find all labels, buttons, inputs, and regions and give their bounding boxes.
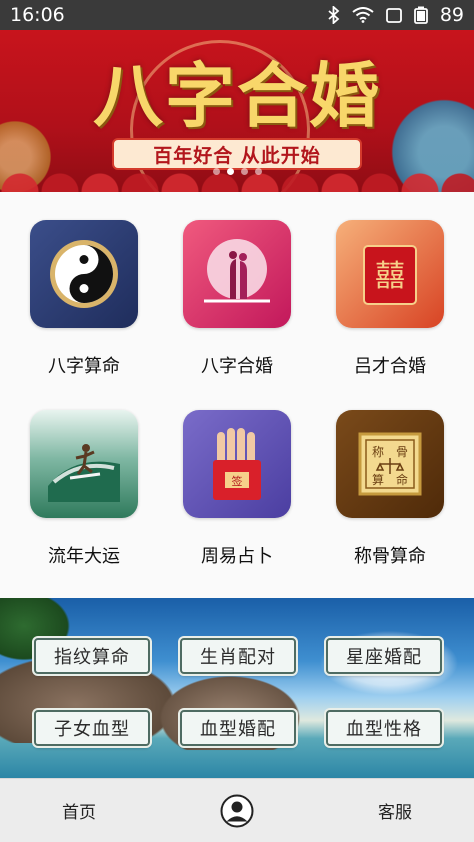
feature-tile-chenggu-suanming[interactable]: 称骨算命 称骨算命 xyxy=(314,382,466,572)
carousel-dot-active[interactable] xyxy=(226,168,234,175)
feature-tile-bazi-hehun[interactable]: 八字合婚 xyxy=(161,192,313,382)
feature-label: 八字算命 xyxy=(48,356,120,377)
carousel-indicator xyxy=(0,168,474,175)
quick-link-xingzuo-hunpei[interactable]: 星座婚配 xyxy=(326,638,442,674)
svg-text:称: 称 xyxy=(372,445,384,459)
status-time: 16:06 xyxy=(10,4,65,26)
feature-tile-zhouyi-zhanbu[interactable]: 签 周易占卜 xyxy=(161,382,313,572)
status-icons: 89 xyxy=(328,4,464,26)
couple-moon-icon xyxy=(183,220,291,328)
hand-envelope-icon: 签 xyxy=(183,410,291,518)
banner-subtitle: 百年好合 从此开始 xyxy=(112,138,362,170)
battery-icon xyxy=(413,6,428,24)
feature-tile-lvcai-hehun[interactable]: 囍 吕才合婚 xyxy=(314,192,466,382)
double-happiness-icon: 囍 xyxy=(336,220,444,328)
quick-link-shengxiao-peidui[interactable]: 生肖配对 xyxy=(180,638,296,674)
user-avatar-icon xyxy=(220,794,254,827)
svg-text:骨: 骨 xyxy=(396,445,408,459)
surfer-icon xyxy=(30,410,138,518)
svg-text:囍: 囍 xyxy=(375,259,405,294)
tablet-icon xyxy=(385,7,402,23)
banner-title: 八字合婚 xyxy=(93,54,381,137)
quick-link-zhiwen-suanming[interactable]: 指纹算命 xyxy=(34,638,150,674)
feature-tile-liunian-dayun[interactable]: 流年大运 xyxy=(8,382,160,572)
carousel-dot[interactable] xyxy=(254,168,262,175)
status-bar: 16:06 89 xyxy=(0,0,474,30)
quick-link-xuexing-hunpei[interactable]: 血型婚配 xyxy=(180,710,296,746)
quick-link-xuexing-xingge[interactable]: 血型性格 xyxy=(326,710,442,746)
wifi-icon xyxy=(352,7,374,23)
feature-label: 八字合婚 xyxy=(201,356,273,377)
quick-link-zinv-xuexing[interactable]: 子女血型 xyxy=(34,710,150,746)
scale-seal-icon: 称骨算命 xyxy=(336,410,444,518)
svg-text:命: 命 xyxy=(396,472,408,487)
bottom-nav: 首页 客服 xyxy=(0,778,474,842)
svg-text:算: 算 xyxy=(372,472,384,487)
bluetooth-icon xyxy=(328,6,340,24)
carousel-dot[interactable] xyxy=(212,168,220,175)
nav-home[interactable]: 首页 xyxy=(0,798,158,823)
feature-label: 吕才合婚 xyxy=(354,356,426,377)
nav-customer-service[interactable]: 客服 xyxy=(316,798,474,823)
feature-label: 称骨算命 xyxy=(354,546,426,567)
feature-label: 周易占卜 xyxy=(201,546,273,567)
quick-links-section: 指纹算命 生肖配对 星座婚配 子女血型 血型婚配 血型性格 xyxy=(0,598,474,778)
feature-label: 流年大运 xyxy=(48,546,120,567)
svg-text:签: 签 xyxy=(232,474,243,488)
banner-carousel[interactable]: 八字合婚 百年好合 从此开始 xyxy=(0,30,474,192)
battery-level: 89 xyxy=(439,4,464,26)
feature-tile-bazi-suanming[interactable]: 八字算命 xyxy=(8,192,160,382)
yin-yang-icon xyxy=(30,220,138,328)
nav-profile[interactable] xyxy=(158,794,316,828)
feature-grid: 八字算命 八字合婚 囍 吕才合婚 流年大运 签 周易占卜 称骨算命 称骨算命 xyxy=(0,192,474,598)
carousel-dot[interactable] xyxy=(240,168,248,175)
